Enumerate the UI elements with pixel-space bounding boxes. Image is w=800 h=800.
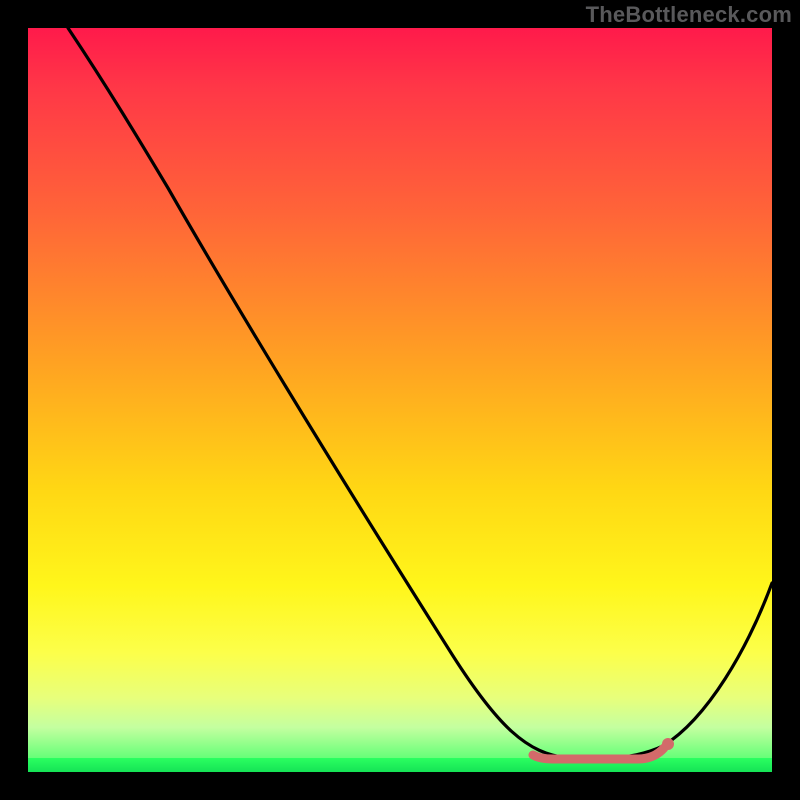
curve-layer: [28, 28, 772, 772]
plot-area: [28, 28, 772, 772]
chart-frame: TheBottleneck.com: [0, 0, 800, 800]
marker-dot: [662, 738, 674, 750]
watermark-text: TheBottleneck.com: [586, 2, 792, 28]
bottleneck-curve: [68, 28, 772, 759]
